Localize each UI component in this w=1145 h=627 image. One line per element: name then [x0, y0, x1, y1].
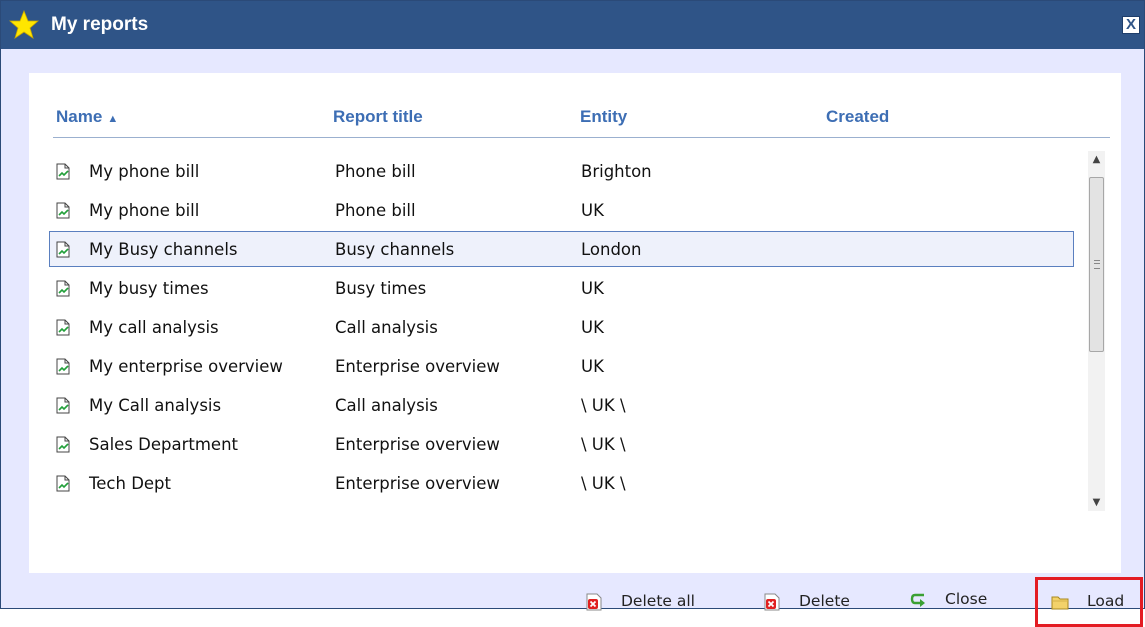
- table-row[interactable]: My Call analysis Call analysis \ UK \: [49, 387, 1074, 423]
- column-header-name-label: Name: [56, 107, 103, 126]
- row-entity: Brighton: [581, 162, 652, 181]
- report-icon: [56, 358, 70, 375]
- row-name: My phone bill: [89, 201, 200, 220]
- sort-ascending-icon: ▲: [107, 113, 119, 125]
- table-row[interactable]: Tech Dept Enterprise overview \ UK \: [49, 465, 1074, 501]
- dialog-title: My reports: [51, 14, 149, 35]
- report-icon: [56, 319, 70, 336]
- row-report-title: Busy channels: [335, 240, 455, 259]
- load-button-highlight: [1035, 577, 1143, 627]
- row-entity: \ UK \: [581, 396, 626, 415]
- table-row[interactable]: My phone bill Phone bill Brighton: [49, 153, 1074, 189]
- row-entity: \ UK \: [581, 474, 626, 493]
- scroll-up-arrow-icon[interactable]: ▲: [1088, 151, 1105, 168]
- row-entity: \ UK \: [581, 435, 626, 454]
- column-header-report-title[interactable]: Report title: [333, 107, 423, 127]
- delete-all-label: Delete all: [621, 592, 695, 610]
- table-row[interactable]: Sales Department Enterprise overview \ U…: [49, 426, 1074, 462]
- row-entity: London: [581, 240, 642, 259]
- report-icon: [56, 163, 70, 180]
- row-report-title: Enterprise overview: [335, 357, 500, 376]
- delete-all-icon: [586, 593, 602, 611]
- row-name: Tech Dept: [89, 474, 172, 493]
- column-header-created[interactable]: Created: [826, 107, 889, 127]
- row-entity: UK: [581, 201, 604, 220]
- table-row[interactable]: My call analysis Call analysis UK: [49, 309, 1074, 345]
- row-name: My Call analysis: [89, 396, 222, 415]
- table-row[interactable]: My phone bill Phone bill UK: [49, 192, 1074, 228]
- row-entity: UK: [581, 357, 604, 376]
- row-report-title: Busy times: [335, 279, 427, 298]
- table-row-selected[interactable]: My Busy channels Busy channels London: [49, 231, 1074, 267]
- row-name: My busy times: [89, 279, 209, 298]
- column-header-name[interactable]: Name ▲: [56, 107, 118, 127]
- report-icon: [56, 280, 70, 297]
- row-report-title: Enterprise overview: [335, 435, 500, 454]
- vertical-scrollbar[interactable]: ▲ ▼: [1088, 151, 1105, 511]
- row-report-title: Enterprise overview: [335, 474, 500, 493]
- close-label: Close: [945, 590, 988, 608]
- row-entity: UK: [581, 279, 604, 298]
- reports-list: My phone bill Phone bill Brighton My pho…: [49, 153, 1085, 508]
- row-report-title: Phone bill: [335, 201, 416, 220]
- my-reports-dialog: My reports X Name ▲ Report title Entity C…: [0, 0, 1145, 627]
- scroll-grip-icon: [1094, 260, 1100, 269]
- table-row[interactable]: My busy times Busy times UK: [49, 270, 1074, 306]
- scrollbar-thumb[interactable]: [1089, 177, 1104, 352]
- report-icon: [56, 241, 70, 258]
- report-icon: [56, 397, 70, 414]
- row-name: My Busy channels: [89, 240, 238, 259]
- scroll-down-arrow-icon[interactable]: ▼: [1088, 494, 1105, 511]
- column-header-entity[interactable]: Entity: [580, 107, 627, 127]
- report-icon: [56, 436, 70, 453]
- delete-icon: [764, 593, 780, 611]
- table-header: Name ▲ Report title Entity Created: [53, 105, 1110, 138]
- row-entity: UK: [581, 318, 604, 337]
- row-name: My phone bill: [89, 162, 200, 181]
- close-window-button[interactable]: X: [1122, 16, 1140, 34]
- delete-label: Delete: [799, 592, 850, 610]
- row-name: My enterprise overview: [89, 357, 283, 376]
- reports-panel: Name ▲ Report title Entity Created My pho…: [29, 73, 1121, 573]
- report-icon: [56, 202, 70, 219]
- row-name: Sales Department: [89, 435, 239, 454]
- row-report-title: Phone bill: [335, 162, 416, 181]
- row-report-title: Call analysis: [335, 396, 438, 415]
- report-icon: [56, 475, 70, 492]
- title-bar: My reports X: [1, 1, 1144, 49]
- row-report-title: Call analysis: [335, 318, 438, 337]
- table-row[interactable]: My enterprise overview Enterprise overvi…: [49, 348, 1074, 384]
- row-name: My call analysis: [89, 318, 219, 337]
- close-arrow-icon: [910, 593, 925, 607]
- star-icon: [9, 10, 39, 39]
